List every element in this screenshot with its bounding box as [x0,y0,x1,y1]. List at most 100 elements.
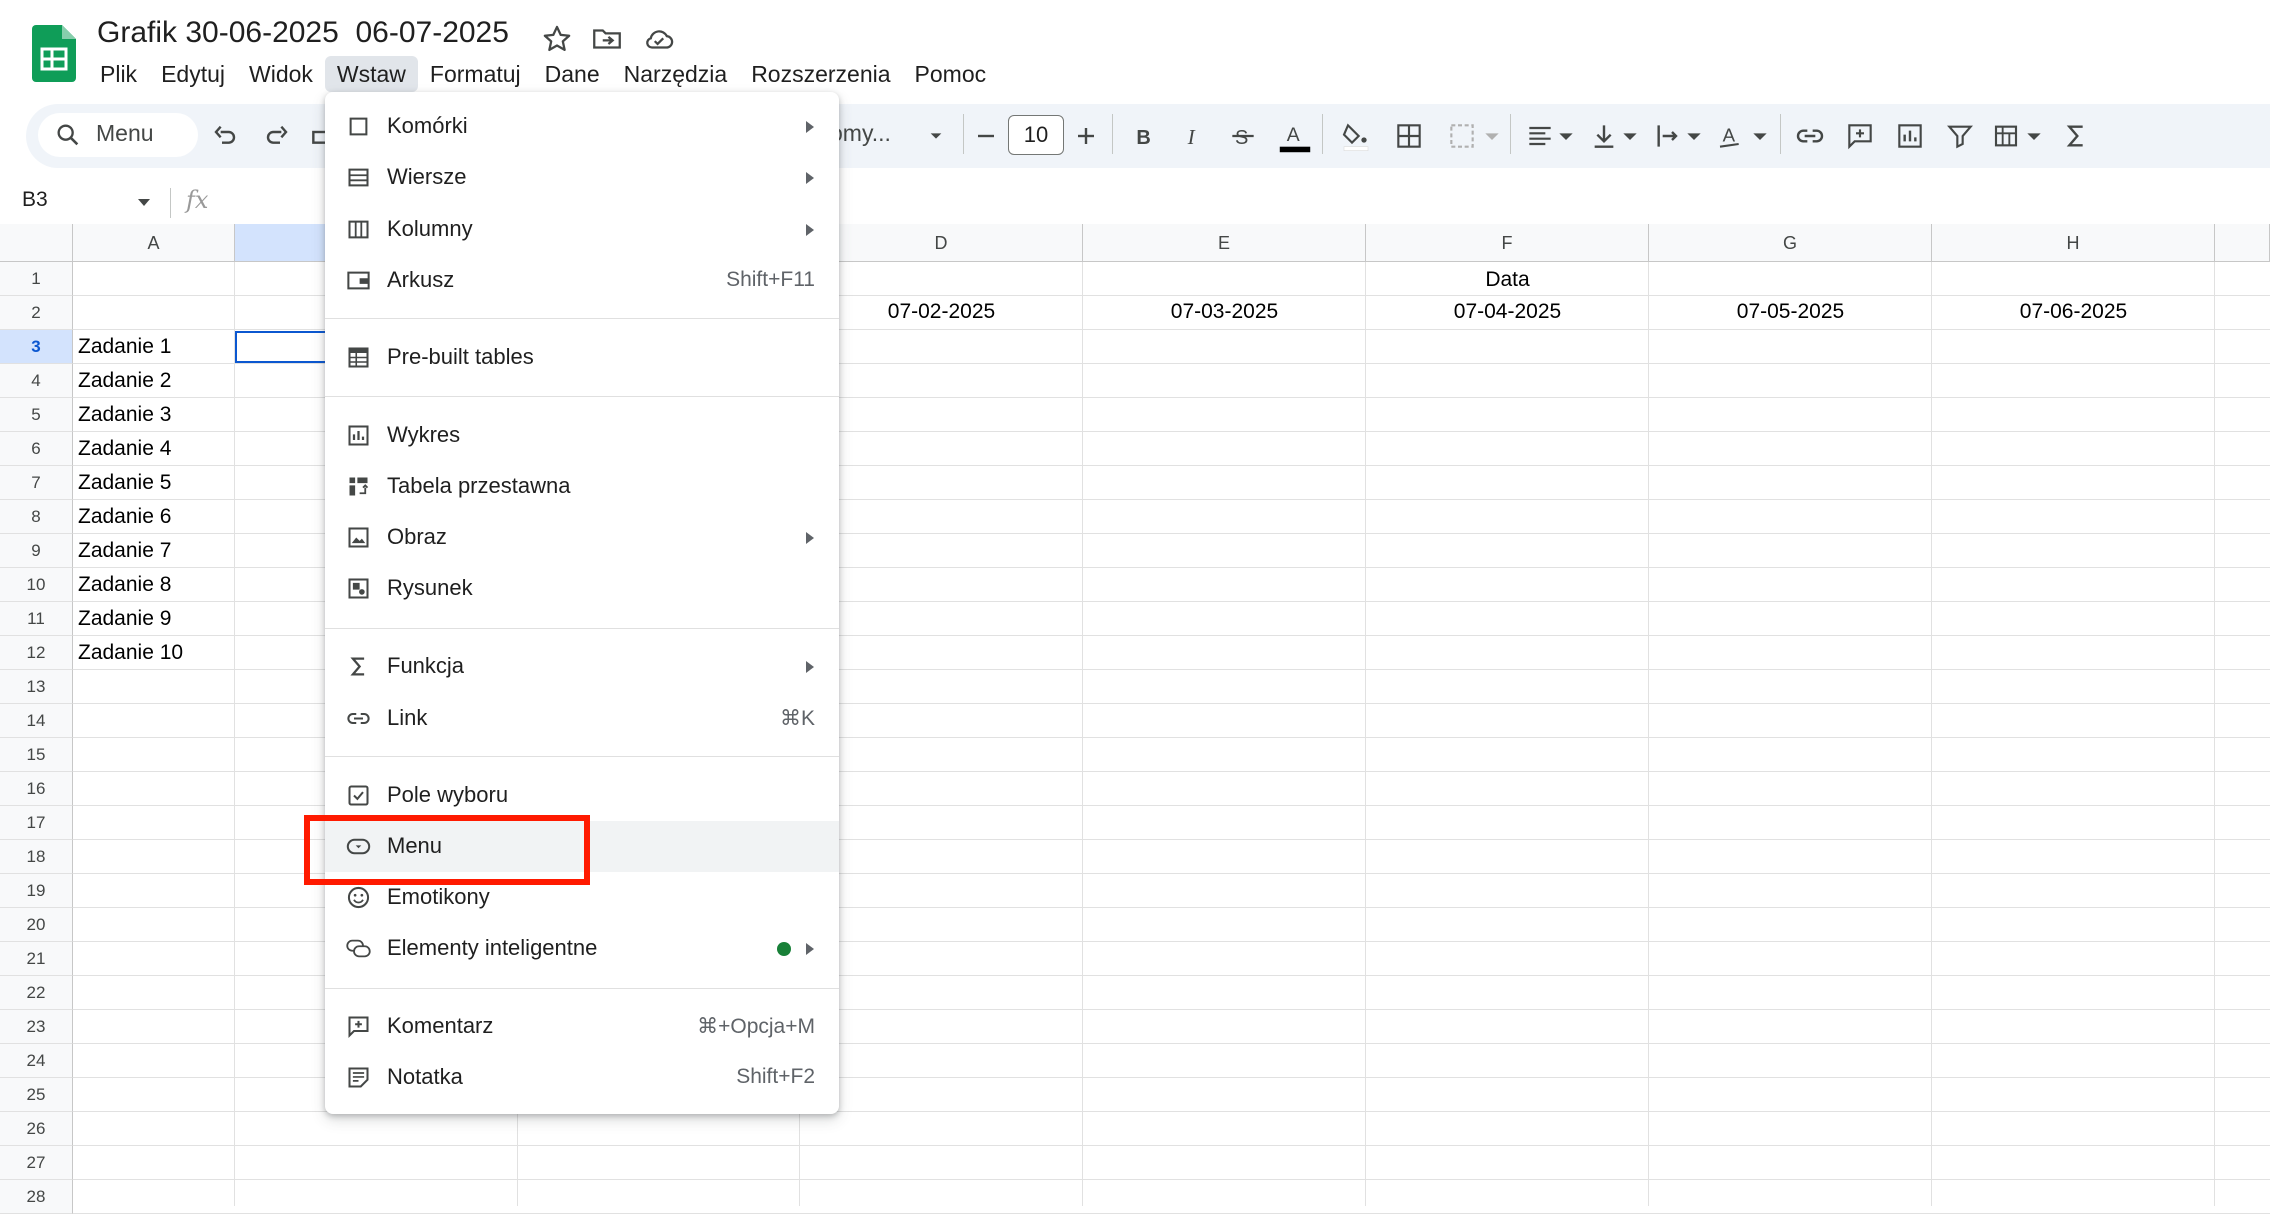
insert-menu-item-rows[interactable]: Wiersze [325,152,839,203]
cell-task[interactable]: Zadanie 4 [78,437,171,461]
cell-date[interactable]: 07-05-2025 [1649,300,1932,324]
insert-menu-item-cell[interactable]: Komórki [325,101,839,152]
row-header-15[interactable]: 15 [0,738,73,772]
row-header-1[interactable]: 1 [0,262,73,296]
row-header-22[interactable]: 22 [0,976,73,1010]
insert-menu-item-pivot-table[interactable]: Tabela przestawna [325,461,839,512]
menu-formatuj[interactable]: Formatuj [418,56,533,92]
rotation-dropdown-arrow-icon[interactable] [1748,120,1780,152]
row-header-23[interactable]: 23 [0,1010,73,1044]
cell-date[interactable]: 07-04-2025 [1366,300,1649,324]
fill-color-icon[interactable] [1340,120,1372,152]
menu-narzedzia[interactable]: Narzędzia [612,56,740,92]
row-header-16[interactable]: 16 [0,772,73,806]
column-header-f[interactable]: F [1366,224,1649,262]
row-header-24[interactable]: 24 [0,1044,73,1078]
filter-icon[interactable] [1944,120,1976,152]
row-header-5[interactable]: 5 [0,398,73,432]
menu-edytuj[interactable]: Edytuj [149,56,237,92]
cell-task[interactable]: Zadanie 1 [78,335,171,359]
valign-dropdown-arrow-icon[interactable] [1618,120,1650,152]
font-dropdown-arrow-icon[interactable] [920,120,952,152]
insert-menu-item-sigma[interactable]: Funkcja [325,641,839,692]
row-header-11[interactable]: 11 [0,602,73,636]
merge-dropdown-arrow-icon[interactable] [1480,120,1512,152]
text-rotation-icon[interactable]: A [1716,120,1748,152]
menu-rozszerzenia[interactable]: Rozszerzenia [739,56,902,92]
increase-font-size-icon[interactable] [1070,120,1102,152]
insert-menu-item-checkbox[interactable]: Pole wyboru [325,770,839,821]
row-header-20[interactable]: 20 [0,908,73,942]
row-header-26[interactable]: 26 [0,1112,73,1146]
column-header-d[interactable]: D [800,224,1083,262]
menu-dane[interactable]: Dane [533,56,612,92]
row-header-13[interactable]: 13 [0,670,73,704]
insert-menu-item-comment[interactable]: Komentarz ⌘+Opcja+M [325,1001,839,1052]
undo-icon[interactable] [210,120,242,152]
vertical-align-icon[interactable] [1588,120,1620,152]
row-header-12[interactable]: 12 [0,636,73,670]
insert-menu-item-drawing[interactable]: Rysunek [325,563,839,614]
menu-wstaw[interactable]: Wstaw [324,56,418,92]
cell-date[interactable]: 07-03-2025 [1083,300,1366,324]
text-wrapping-icon[interactable] [1652,120,1684,152]
cell-task[interactable]: Zadanie 10 [78,641,183,665]
insert-menu-item-columns[interactable]: Kolumny [325,204,839,255]
menu-pomoc[interactable]: Pomoc [903,56,999,92]
cloud-saved-icon[interactable] [642,22,676,56]
cell-task[interactable]: Zadanie 7 [78,539,171,563]
font-size-input[interactable]: 10 [1008,115,1064,155]
name-box[interactable]: B3 [22,188,48,212]
italic-icon[interactable]: I [1177,120,1209,152]
table-views-icon[interactable] [1992,120,2024,152]
cell-date[interactable]: 07-06-2025 [1932,300,2215,324]
column-header-h[interactable]: H [1932,224,2215,262]
wrap-dropdown-arrow-icon[interactable] [1682,120,1714,152]
row-header-18[interactable]: 18 [0,840,73,874]
row-header-17[interactable]: 17 [0,806,73,840]
column-header-g[interactable]: G [1649,224,1932,262]
strikethrough-icon[interactable]: S [1227,120,1259,152]
functions-sigma-icon[interactable] [2060,120,2092,152]
insert-menu-item-note[interactable]: Notatka Shift+F2 [325,1052,839,1103]
menu-plik[interactable]: Plik [88,56,149,92]
insert-menu-item-smart-chips[interactable]: Elementy inteligentne [325,923,839,974]
insert-menu-item-image[interactable]: Obraz [325,512,839,563]
cell-task[interactable]: Zadanie 9 [78,607,171,631]
cell-task[interactable]: Zadanie 5 [78,471,171,495]
decrease-font-size-icon[interactable] [970,120,1002,152]
borders-icon[interactable] [1393,120,1425,152]
select-all-corner[interactable] [0,224,73,262]
row-header-2[interactable]: 2 [0,296,73,330]
redo-icon[interactable] [260,120,292,152]
cell-partial-text[interactable]: ( [235,300,335,324]
row-header-6[interactable]: 6 [0,432,73,466]
document-title[interactable]: Grafik 30-06-2025 06-07-2025 [97,16,509,50]
row-header-25[interactable]: 25 [0,1078,73,1112]
row-header-8[interactable]: 8 [0,500,73,534]
merge-cells-icon[interactable] [1446,120,1478,152]
star-icon[interactable] [540,22,574,56]
row-header-7[interactable]: 7 [0,466,73,500]
menu-widok[interactable]: Widok [237,56,325,92]
insert-menu-item-link[interactable]: Link ⌘K [325,693,839,744]
insert-menu-item-chart[interactable]: Wykres [325,410,839,461]
insert-comment-icon[interactable] [1844,120,1876,152]
row-header-10[interactable]: 10 [0,568,73,602]
active-cell-selection[interactable] [235,331,335,363]
cell-date[interactable]: 07-02-2025 [800,300,1083,324]
row-header-27[interactable]: 27 [0,1146,73,1180]
cell-task[interactable]: Zadanie 2 [78,369,171,393]
column-header-a[interactable]: A [73,224,235,262]
insert-menu-item-table[interactable]: Pre-built tables [325,332,839,383]
insert-menu-item-sheet[interactable]: Arkusz Shift+F11 [325,255,839,306]
cell-task[interactable]: Zadanie 8 [78,573,171,597]
row-header-19[interactable]: 19 [0,874,73,908]
cell-task[interactable]: Zadanie 6 [78,505,171,529]
align-dropdown-arrow-icon[interactable] [1554,120,1586,152]
row-header-14[interactable]: 14 [0,704,73,738]
row-header-4[interactable]: 4 [0,364,73,398]
column-header-e[interactable]: E [1083,224,1366,262]
horizontal-align-icon[interactable] [1524,120,1556,152]
row-header-9[interactable]: 9 [0,534,73,568]
